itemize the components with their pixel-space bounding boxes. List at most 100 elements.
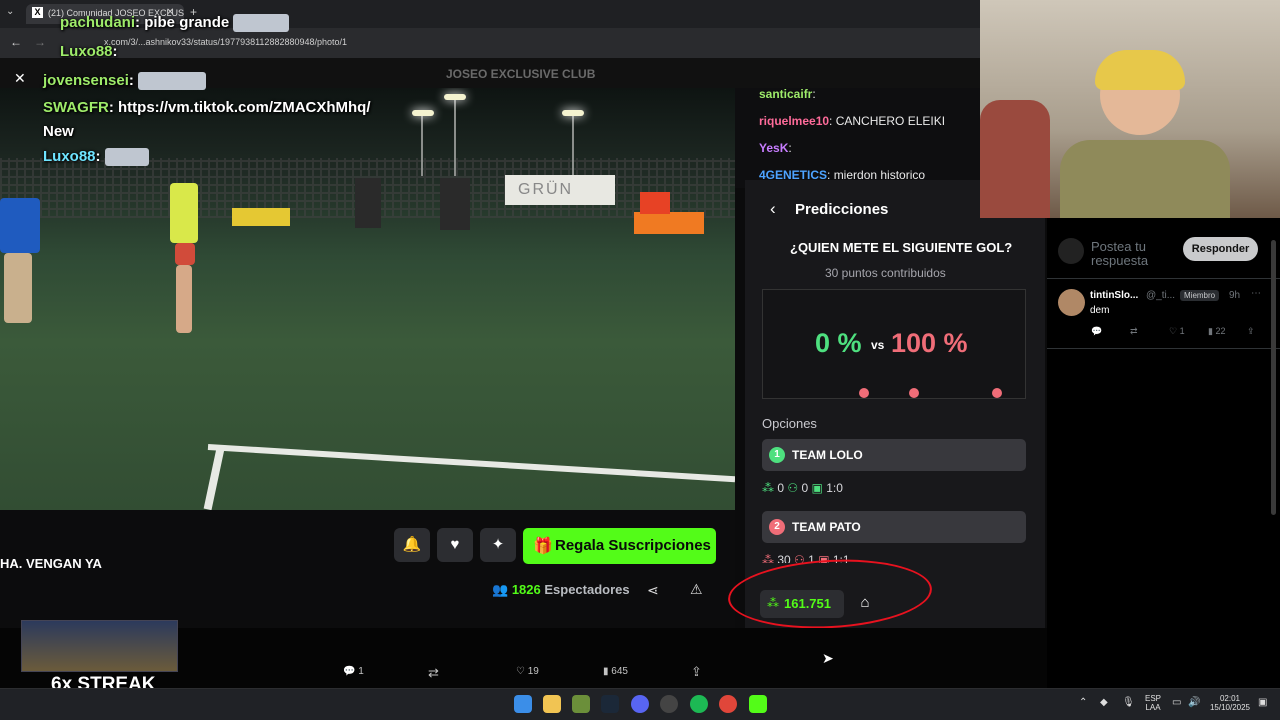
field-line xyxy=(203,447,225,510)
retweet-icon[interactable]: ⇄ xyxy=(1130,326,1138,337)
twitter-replies xyxy=(1047,218,1280,688)
obs-icon[interactable] xyxy=(660,695,678,713)
chat-text: pibe grande xyxy=(144,14,230,31)
prediction-question: ¿QUIEN METE EL SIGUIENTE GOL? xyxy=(790,240,1013,255)
likes-button[interactable]: ♡ 19 xyxy=(516,666,539,677)
chrome-icon[interactable] xyxy=(719,695,737,713)
option-ratio: 1:0 xyxy=(826,481,843,495)
tweet-username[interactable]: tintinSlo... xyxy=(1090,290,1138,301)
result-dot xyxy=(859,388,869,398)
scrollbar[interactable] xyxy=(1271,240,1276,515)
streak-webcam-clip xyxy=(21,620,178,672)
tweet-handle: @_ti... xyxy=(1146,290,1176,301)
chat-message: SWAGFR: https://vm.tiktok.com/ZMACXhMhq/ xyxy=(43,99,371,116)
prediction-points: 30 puntos contribuidos xyxy=(825,266,946,280)
chat-emote xyxy=(233,14,290,33)
side-chat-message: santicaifr: xyxy=(759,87,816,101)
bell-icon[interactable]: 🔔 xyxy=(394,528,430,562)
light-pole xyxy=(421,116,423,176)
forward-icon[interactable]: → xyxy=(34,35,46,49)
chat-emote xyxy=(104,148,149,167)
player-legs xyxy=(176,265,192,333)
chat-text: https://vm.tiktok.com/ZMACXhMhq/ xyxy=(118,99,371,116)
divider xyxy=(1047,348,1280,349)
avatar xyxy=(1058,238,1084,264)
report-icon[interactable]: ⚠ xyxy=(690,581,703,598)
steam-icon[interactable] xyxy=(601,695,619,713)
reply-input[interactable]: Postea tu respuesta xyxy=(1091,240,1171,268)
reply-count: 1 xyxy=(358,666,364,677)
tray-chevron-icon[interactable]: ⌃ xyxy=(1079,697,1087,708)
stream-title-fragment: HA. VENGAN YA xyxy=(0,556,102,571)
reply-icon: 💬 xyxy=(343,666,356,677)
player-bib xyxy=(170,183,198,243)
views-button[interactable]: ▮ 645 xyxy=(603,666,628,677)
clock[interactable]: 02:01 15/10/2025 xyxy=(1207,694,1253,712)
goal-frame xyxy=(440,178,470,230)
kick-icon[interactable] xyxy=(749,695,767,713)
notification-icon[interactable]: ▣ xyxy=(1258,697,1267,708)
sparkle-icon[interactable]: ✦ xyxy=(480,528,516,562)
tray-app-icon[interactable]: ◆ xyxy=(1100,697,1108,708)
points-icon: ⁂ xyxy=(762,481,774,495)
volume-icon[interactable]: 🔊 xyxy=(1188,697,1200,708)
team-b-percent: 100 % xyxy=(891,328,968,358)
like-count: 1 xyxy=(1179,326,1185,336)
orange-barrier xyxy=(640,192,670,214)
language-indicator[interactable]: ESP LAA xyxy=(1145,694,1161,712)
chat-username: YesK xyxy=(759,141,789,155)
back-chevron-icon[interactable]: ‹ xyxy=(770,199,776,219)
x-logo-icon: X xyxy=(32,7,43,18)
chat-emote xyxy=(138,72,207,91)
option-points: 0 xyxy=(777,481,785,495)
back-icon[interactable]: ← xyxy=(10,35,22,49)
orange-barrier xyxy=(634,212,704,234)
url-text[interactable]: x.com/3/...ashnikov33/status/19779381128… xyxy=(104,37,347,47)
heart-icon[interactable]: ♥ xyxy=(437,528,473,562)
close-icon[interactable]: ✕ xyxy=(14,70,26,87)
person-background xyxy=(980,100,1050,218)
share-icon[interactable]: ⇪ xyxy=(691,664,702,680)
chat-text: CANCHERO ELEIKI xyxy=(835,114,946,128)
more-icon[interactable]: ⋯ xyxy=(1251,288,1261,299)
option-users: 0 xyxy=(801,481,809,495)
tab-list-chevron-icon[interactable]: ⌄ xyxy=(6,6,14,17)
discord-icon[interactable] xyxy=(631,695,649,713)
chat-username: pachudani xyxy=(60,14,136,31)
share-icon[interactable]: ⋖ xyxy=(647,582,659,599)
mouse-cursor-icon: ➤ xyxy=(822,650,834,666)
network-icon[interactable]: ▭ xyxy=(1172,697,1181,708)
option-stats: ⁂ 0 ⚇ 0 ▣ 1:0 xyxy=(762,481,843,495)
file-explorer-icon[interactable] xyxy=(543,695,561,713)
options-label: Opciones xyxy=(762,416,817,431)
team-a-percent: 0 % xyxy=(815,328,862,358)
views-button[interactable]: ▮ 22 xyxy=(1208,326,1225,337)
language-code: ESP xyxy=(1145,694,1162,703)
minecraft-icon[interactable] xyxy=(572,695,590,713)
side-chat-message: YesK: xyxy=(759,141,792,155)
stadium-light xyxy=(562,110,584,116)
spotify-icon[interactable] xyxy=(690,695,708,713)
side-chat-message: riquelmee10: CANCHERO ELEIKI xyxy=(759,114,946,128)
option-label: TEAM LOLO xyxy=(792,448,863,462)
field-line xyxy=(207,444,735,483)
light-pole xyxy=(572,116,574,176)
reply-icon[interactable]: 💬 xyxy=(1091,326,1102,337)
windows-start-icon[interactable] xyxy=(514,695,532,713)
gift-icon: 🎁 xyxy=(533,538,553,555)
replies-button[interactable]: 💬 1 xyxy=(343,666,364,677)
like-button[interactable]: ♡ 1 xyxy=(1169,326,1185,337)
viewer-count: 👥 1826 Espectadores xyxy=(492,582,630,598)
microphone-icon[interactable]: 🎙 xyxy=(1122,697,1135,708)
view-count: 645 xyxy=(611,666,628,677)
tweet-time: 9h xyxy=(1229,290,1241,301)
avatar[interactable] xyxy=(1058,289,1085,316)
reply-button[interactable]: Responder xyxy=(1183,237,1258,261)
chat-username: Luxo88 xyxy=(60,43,113,60)
member-badge: Miembro xyxy=(1180,290,1220,301)
retweet-icon[interactable]: ⇄ xyxy=(428,665,439,681)
yellow-barrier xyxy=(232,208,290,226)
like-count: 19 xyxy=(527,666,539,677)
share-icon[interactable]: ⇪ xyxy=(1247,326,1255,337)
clock-date: 15/10/2025 xyxy=(1209,703,1251,712)
